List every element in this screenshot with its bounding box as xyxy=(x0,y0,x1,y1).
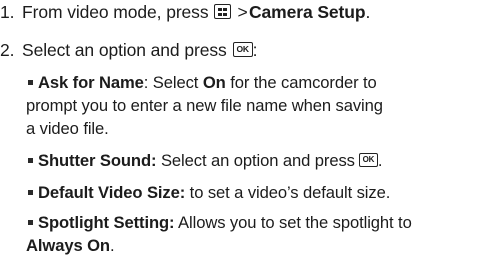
option-value: On xyxy=(202,73,226,92)
step-punctuation: . xyxy=(365,2,371,22)
option-text: to set a video’s default size. xyxy=(185,183,391,202)
ok-key-label: OK xyxy=(236,44,249,54)
option-text: prompt you to enter a new file name when… xyxy=(26,96,383,115)
bullet-icon xyxy=(28,80,33,85)
option-text: : Select xyxy=(143,73,203,92)
option-text: Allows you to set the spotlight to xyxy=(174,213,412,232)
bullet-icon xyxy=(28,220,33,225)
option-text: a video file. xyxy=(26,119,109,138)
bullet-icon xyxy=(28,158,33,163)
option-default-video-size: Default Video Size: to set a video’s def… xyxy=(26,181,478,204)
option-shutter-sound: Shutter Sound: Select an option and pres… xyxy=(26,149,478,172)
step-text: From video mode, press xyxy=(22,2,209,22)
step-2: 2. Select an option and press OK: xyxy=(0,40,257,61)
step-number: 1. xyxy=(0,2,15,22)
menu-separator: > xyxy=(237,2,248,22)
option-ask-for-name: Ask for Name: Select On for the camcorde… xyxy=(26,71,478,140)
ok-key-icon: OK xyxy=(358,153,378,167)
step-number: 2. xyxy=(0,40,15,60)
ok-key-icon: OK xyxy=(232,42,253,57)
option-term: Spotlight Setting: xyxy=(38,213,175,232)
option-term: Shutter Sound: xyxy=(38,151,157,170)
ok-key-label: OK xyxy=(362,155,375,164)
option-text: Select an option and press xyxy=(156,151,355,170)
option-term: Default Video Size: xyxy=(38,183,186,202)
step-punctuation: : xyxy=(252,40,258,60)
option-term: Ask for Name xyxy=(38,73,144,92)
camera-setup-label: Camera Setup xyxy=(248,2,366,22)
option-spotlight-setting: Spotlight Setting: Allows you to set the… xyxy=(26,211,478,257)
step-text: Select an option and press xyxy=(22,40,227,60)
option-punctuation: . xyxy=(109,236,115,255)
option-punctuation: . xyxy=(377,151,383,170)
option-value: Always On xyxy=(26,236,110,255)
step-1: 1. From video mode, press > Camera Setup. xyxy=(0,2,370,23)
bullet-icon xyxy=(28,190,33,195)
menu-key-icon xyxy=(214,4,232,19)
option-text: for the camcorder to xyxy=(225,73,377,92)
manual-page: 1. From video mode, press > Camera Setup.… xyxy=(0,0,485,255)
